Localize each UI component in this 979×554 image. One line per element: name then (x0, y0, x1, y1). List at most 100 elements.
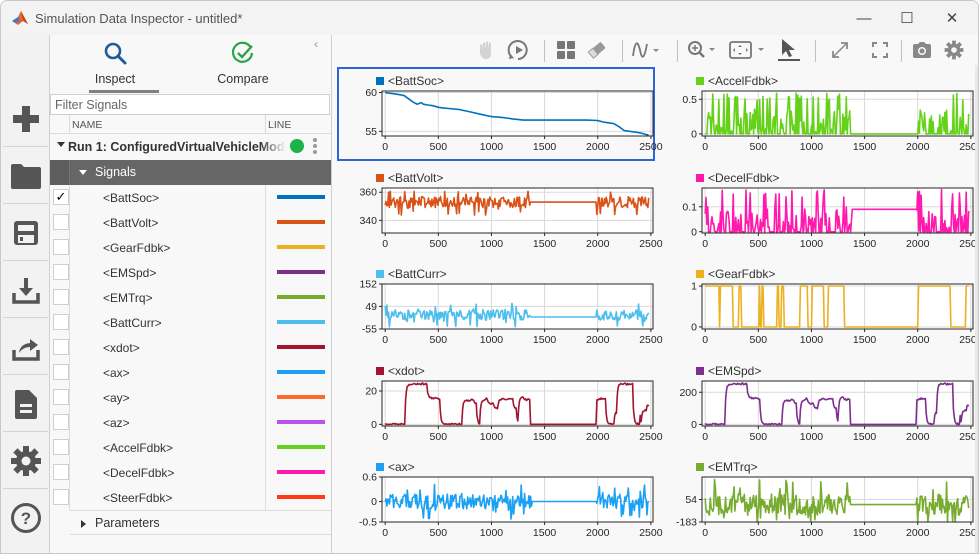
signal-row[interactable]: <az> (50, 410, 331, 435)
tab-compare[interactable]: Compare (188, 35, 298, 93)
line-style-swatch[interactable] (277, 245, 325, 249)
signal-plot[interactable]: <BattVolt> 0 500 1000 1500 2000 2500 360 340 (340, 168, 662, 260)
signal-row[interactable]: <BattVolt> (50, 210, 331, 235)
signal-checkbox[interactable] (53, 214, 69, 230)
fullscreen-button[interactable] (868, 39, 892, 61)
signal-checkbox[interactable] (53, 489, 69, 505)
preferences-button[interactable] (3, 433, 48, 489)
new-session-button[interactable] (3, 91, 48, 147)
zoom-dropdown[interactable] (686, 39, 722, 61)
toolbar-separator (901, 40, 902, 62)
export-button[interactable] (3, 319, 48, 375)
plot-settings-button[interactable] (942, 39, 966, 61)
clear-plots-button[interactable] (585, 39, 609, 61)
cursor-button[interactable] (776, 39, 802, 61)
caret-down-icon[interactable] (79, 170, 87, 175)
signal-row[interactable]: <AccelFdbk> (50, 435, 331, 460)
save-button[interactable] (3, 205, 48, 261)
signal-plot[interactable]: <AccelFdbk>050010001500200025000.50 (660, 71, 978, 163)
maximize-button[interactable]: ☐ (884, 1, 930, 35)
y-tick-label: 0 (691, 128, 697, 140)
line-style-swatch[interactable] (277, 345, 325, 349)
minimize-button[interactable]: — (841, 1, 887, 35)
line-style-swatch[interactable] (277, 395, 325, 399)
line-style-swatch[interactable] (277, 270, 325, 274)
signal-row[interactable]: <SteerFdbk> (50, 485, 331, 510)
line-style-swatch[interactable] (277, 220, 325, 224)
line-style-swatch[interactable] (277, 420, 325, 424)
parameters-group-row[interactable]: Parameters (70, 510, 331, 535)
line-style-swatch[interactable] (277, 495, 325, 499)
signal-row[interactable]: <EMTrq> (50, 285, 331, 310)
signal-plot[interactable]: <EMSpd>050010001500200025002000 (660, 361, 978, 453)
name-column-header[interactable]: NAME (72, 119, 102, 131)
caret-right-icon[interactable] (81, 520, 86, 528)
signal-row[interactable]: <EMSpd> (50, 260, 331, 285)
signal-row[interactable]: <ay> (50, 385, 331, 410)
help-button[interactable]: ? (3, 490, 48, 546)
run-status-indicator (290, 139, 304, 153)
signal-checkbox[interactable] (53, 464, 69, 480)
collapse-panel-button[interactable]: ‹ (314, 37, 318, 51)
line-style-swatch[interactable] (277, 320, 325, 324)
line-column-header[interactable]: LINE (268, 119, 291, 131)
signal-style-dropdown[interactable] (630, 39, 666, 61)
expand-button[interactable] (828, 39, 852, 61)
open-button[interactable] (3, 148, 48, 204)
x-tick-label: 500 (430, 527, 448, 539)
signal-checkbox[interactable] (53, 389, 69, 405)
signal-checkbox[interactable] (53, 314, 69, 330)
kebab-menu-icon[interactable] (313, 138, 317, 156)
snapshot-button[interactable] (910, 39, 934, 61)
filter-signals-input[interactable]: Filter Signals (50, 94, 330, 115)
close-button[interactable]: ✕ (929, 1, 975, 35)
signal-plot[interactable]: <BattSoc> 0 500 1000 1500 2000 2500 60 55 (340, 71, 662, 163)
signal-checkbox[interactable] (53, 289, 69, 305)
tab-label: Compare (217, 72, 269, 86)
replay-button[interactable] (506, 39, 530, 61)
tab-inspect[interactable]: Inspect (60, 35, 170, 93)
signal-row[interactable]: <BattCurr> (50, 310, 331, 335)
signal-row[interactable]: <DecelFdbk> (50, 460, 331, 485)
signal-checkbox[interactable] (53, 439, 69, 455)
signal-row[interactable]: ✓ <BattSoc> (50, 185, 331, 210)
line-style-swatch[interactable] (277, 470, 325, 474)
eraser-icon (587, 42, 606, 59)
signal-checkbox[interactable]: ✓ (53, 189, 69, 205)
signal-name: <BattCurr> (103, 316, 162, 330)
run-row[interactable]: Run 1: ConfiguredVirtualVehicleModel (50, 134, 331, 160)
line-style-swatch[interactable] (277, 195, 325, 199)
signal-row[interactable]: <GearFdbk> (50, 235, 331, 260)
signal-row[interactable]: <ax> (50, 360, 331, 385)
y-tick-label: 0 (691, 418, 697, 430)
pan-button[interactable] (474, 39, 498, 61)
legend-label: <EMTrq> (708, 460, 758, 474)
layout-button[interactable] (554, 39, 578, 61)
signal-plot[interactable]: <ax> 0 500 1000 1500 2000 2500 0.6 0 -0.5 (340, 457, 663, 549)
signal-plot[interactable]: <BattCurr> 0 500 1000 1500 2000 2500 152 49 -55 (340, 264, 662, 356)
signal-plot[interactable]: <xdot> 0 500 1000 1500 2000 2500 20 0 (340, 361, 662, 453)
line-style-swatch[interactable] (277, 445, 325, 449)
line-style-swatch[interactable] (277, 295, 325, 299)
x-tick-label: 1000 (480, 238, 504, 250)
report-button[interactable] (3, 376, 48, 432)
y-tick-label: 54 (685, 494, 697, 506)
fit-to-view-dropdown[interactable] (728, 39, 768, 61)
line-style-swatch[interactable] (277, 370, 325, 374)
signal-checkbox[interactable] (53, 339, 69, 355)
import-button[interactable] (3, 262, 48, 318)
signals-group-header[interactable]: Signals (50, 160, 331, 185)
signal-row[interactable]: <xdot> (50, 335, 331, 360)
caret-down-icon[interactable] (57, 142, 65, 147)
signal-plot[interactable]: <GearFdbk>0500100015002000250010 (660, 264, 978, 356)
signal-checkbox[interactable] (53, 239, 69, 255)
signal-checkbox[interactable] (53, 264, 69, 280)
y-tick-label: 60 (365, 87, 377, 99)
signal-checkbox[interactable] (53, 364, 69, 380)
signal-checkbox[interactable] (53, 414, 69, 430)
vertical-scrollbar[interactable] (975, 65, 978, 553)
signal-plot[interactable]: <DecelFdbk>050010001500200025000.10 (660, 168, 978, 260)
signal-plot[interactable]: <EMTrq>0500100015002000250054-183 (660, 457, 978, 549)
column-header: NAME LINE (50, 115, 331, 134)
legend-label: <ax> (388, 460, 415, 474)
